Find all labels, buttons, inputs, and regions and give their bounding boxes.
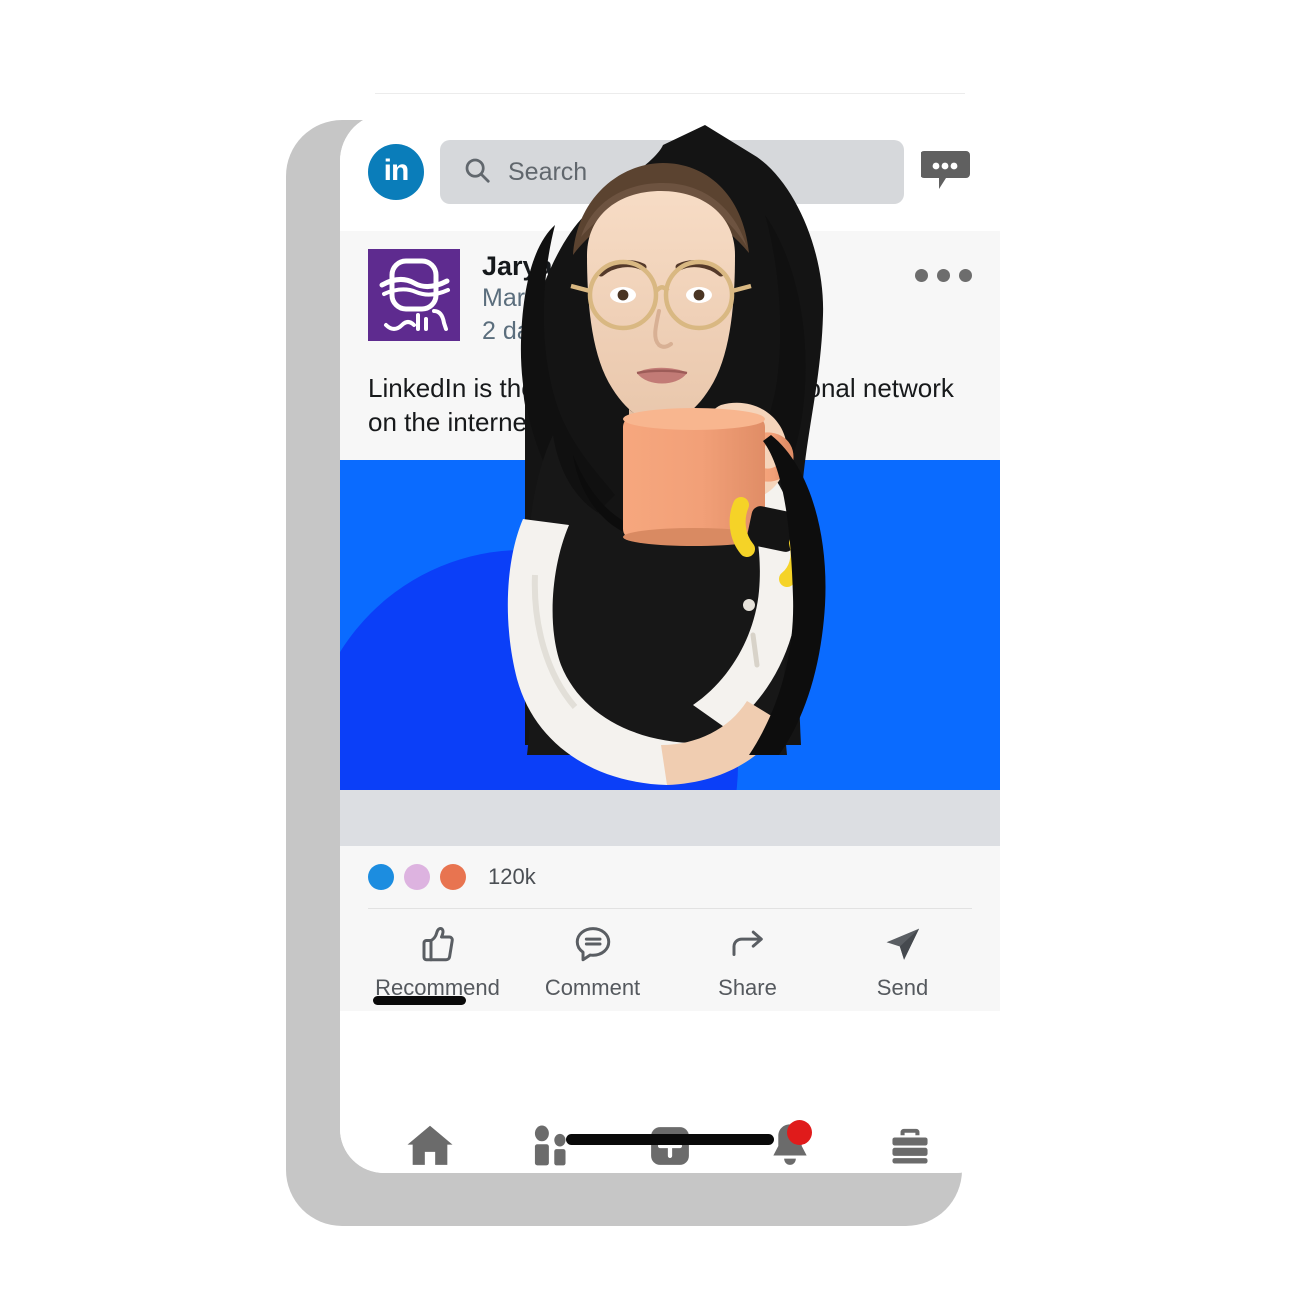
- post-author-subtitle: Marketing: [482, 283, 592, 312]
- love-reaction-dot: [404, 864, 430, 891]
- home-icon: [403, 1119, 457, 1174]
- linkedin-logo-icon[interactable]: in: [368, 144, 424, 200]
- feed-post-card: Jaryan Marketing 2 days · LinkedIn is th…: [340, 231, 1000, 1011]
- recommend-button[interactable]: Recommend: [360, 923, 515, 1001]
- search-icon: [462, 155, 492, 190]
- post-meta: Jaryan Marketing 2 days ·: [482, 249, 915, 349]
- nav-item-notifications[interactable]: [730, 1118, 850, 1173]
- post-time: 2 days: [482, 317, 556, 346]
- reaction-count[interactable]: 120k: [488, 864, 536, 890]
- send-label: Send: [876, 975, 929, 1001]
- share-label: Share: [718, 975, 777, 1001]
- home-indicator: [566, 1134, 774, 1145]
- messaging-bubble-icon[interactable]: [920, 146, 972, 198]
- share-arrow-icon: [727, 923, 769, 970]
- thumbs-up-icon: [417, 923, 459, 970]
- comment-label: Comment: [544, 975, 641, 1001]
- search-placeholder-text: Search: [508, 157, 588, 186]
- people-icon: [523, 1119, 577, 1174]
- search-input[interactable]: Search: [440, 140, 904, 204]
- nav-item-home[interactable]: [370, 1118, 490, 1173]
- post-author-name[interactable]: Jaryan: [482, 251, 915, 283]
- post-header: Jaryan Marketing 2 days ·: [340, 231, 1000, 349]
- nav-item-my-network[interactable]: [490, 1118, 610, 1173]
- post-media-image[interactable]: [340, 460, 1000, 791]
- plus-square-icon: [643, 1119, 697, 1174]
- share-button[interactable]: Share: [670, 923, 825, 1001]
- post-separator: ·: [562, 317, 571, 346]
- send-paper-plane-icon: [882, 923, 924, 970]
- notifications-badge: [787, 1120, 812, 1145]
- like-reaction-dot: [368, 864, 394, 891]
- briefcase-icon: [883, 1119, 937, 1174]
- post-action-bar: Recommend Comment Share Send: [340, 909, 1000, 1001]
- nav-item-post[interactable]: [610, 1118, 730, 1173]
- jaryan-logo-icon[interactable]: [368, 249, 460, 341]
- comment-bubble-icon: [572, 923, 614, 970]
- bottom-navigation-bar: [340, 1120, 1000, 1173]
- post-body-text: LinkedIn is the world's largest professi…: [368, 372, 954, 438]
- reaction-summary-row[interactable]: 120k: [340, 846, 1000, 891]
- app-header: in Search: [340, 113, 1000, 231]
- media-decorative-circle: [340, 550, 738, 791]
- phone-mockup-stage: in Search Jaryan Marketing 2 days · Link…: [0, 0, 1300, 1300]
- globe-icon: [578, 314, 604, 349]
- comment-button[interactable]: Comment: [515, 923, 670, 1001]
- more-options-icon[interactable]: [915, 249, 972, 282]
- send-button[interactable]: Send: [825, 923, 980, 1001]
- feed-scroll-indicator: [373, 996, 466, 1005]
- top-divider: [375, 93, 965, 94]
- media-caption-bar: [340, 790, 1000, 847]
- post-timestamp-row: 2 days ·: [482, 314, 915, 349]
- phone-screen: in Search Jaryan Marketing 2 days · Link…: [340, 113, 1000, 1173]
- nav-item-jobs[interactable]: [850, 1118, 970, 1173]
- celebrate-reaction-dot: [440, 864, 466, 891]
